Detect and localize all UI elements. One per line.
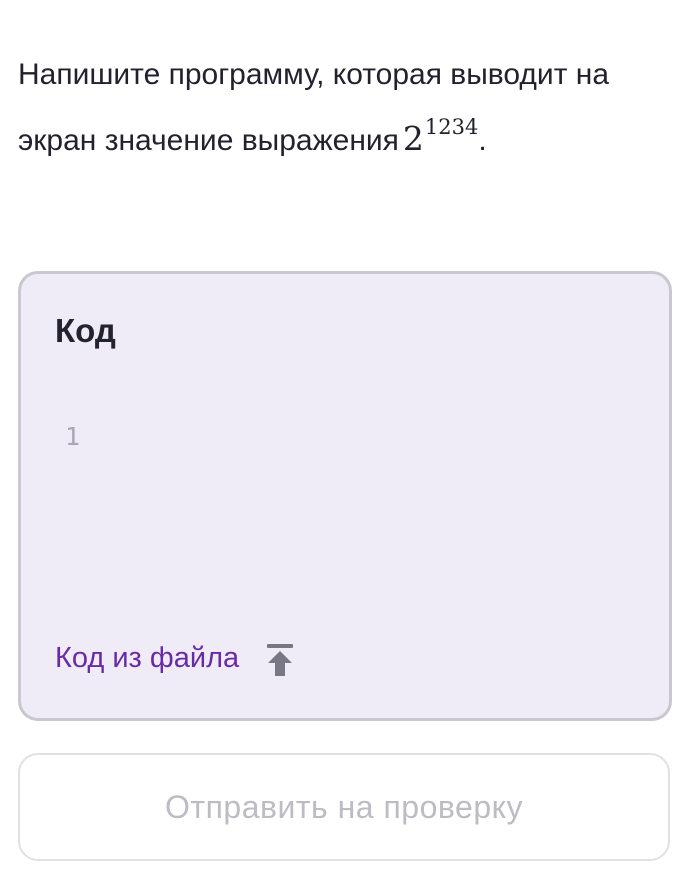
math-base: 2: [402, 119, 424, 158]
math-exponent: 1234: [424, 115, 479, 139]
task-text-line-1: Напишите программу, которая выводит на: [18, 58, 610, 91]
upload-icon: [265, 642, 295, 678]
code-panel: Код 1 Код из файла: [18, 271, 672, 721]
line-number: 1: [65, 422, 81, 451]
code-panel-title: Код: [55, 312, 116, 349]
code-from-file-button[interactable]: Код из файла: [55, 638, 295, 678]
task-text-line-2: экран значение выражения 21234.: [18, 103, 682, 169]
submit-for-review-button[interactable]: Отправить на проверку: [18, 753, 670, 861]
math-expression: 21234: [402, 115, 478, 158]
code-from-file-label: Код из файла: [55, 641, 240, 674]
task-text-line-2-text: экран значение выражения: [18, 124, 399, 157]
code-editor[interactable]: 1: [41, 392, 649, 592]
task-description: Напишите программу, которая выводит на э…: [18, 46, 682, 169]
task-text-end: .: [478, 124, 487, 157]
